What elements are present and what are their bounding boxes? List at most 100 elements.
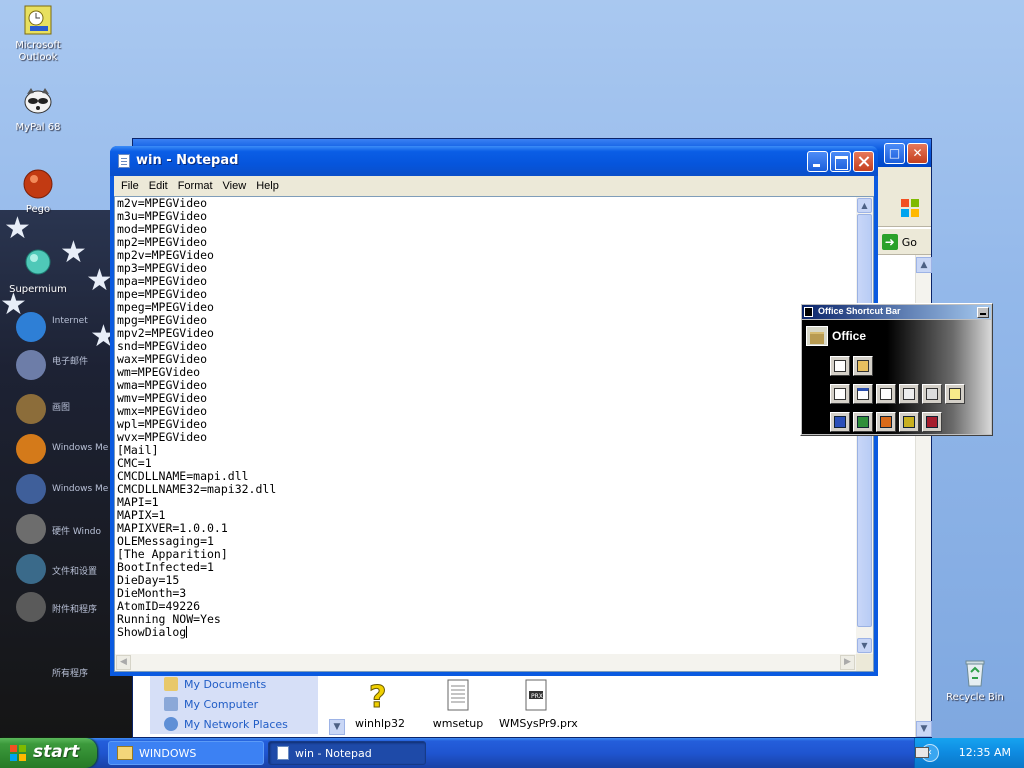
- taskbar: start WINDOWS win - Notepad ‹ 12:35 AM: [0, 738, 1024, 768]
- go-arrow-icon: ➜: [881, 234, 898, 250]
- text-line: [The Apparition]: [117, 547, 228, 561]
- windows-flag-icon: [9, 744, 27, 762]
- raccoon-icon: [22, 86, 54, 118]
- maximize-icon[interactable]: [830, 151, 851, 172]
- taskbar-button-windows[interactable]: WINDOWS: [108, 741, 264, 765]
- wallpaper-menu-label: 画图: [52, 403, 71, 413]
- office-bar-folder-label: Office: [832, 329, 867, 343]
- task-label: win - Notepad: [295, 746, 372, 760]
- text-line: mod=MPEGVideo: [117, 222, 208, 236]
- minimize-icon[interactable]: [807, 151, 828, 172]
- system-menu-icon[interactable]: [804, 307, 813, 317]
- desktop-icon-mypal[interactable]: MyPal 68: [0, 86, 76, 134]
- teal-orb-icon: [22, 248, 54, 280]
- office-shortcut-bar[interactable]: Office Shortcut Bar Office: [800, 303, 993, 436]
- window-title: win - Notepad: [136, 153, 239, 168]
- other-places-pane: My Documents My Computer My Network Plac…: [149, 669, 319, 735]
- menu-bar: File Edit Format View Help: [114, 176, 874, 196]
- wallpaper-menu-label: 电子邮件: [52, 357, 89, 367]
- close-icon[interactable]: ✕: [907, 143, 928, 164]
- desktop-icon-supermium[interactable]: Supermium: [0, 248, 76, 296]
- start-button[interactable]: start: [0, 738, 97, 768]
- text-line: wax=MPEGVideo: [117, 352, 208, 366]
- clock[interactable]: 12:35 AM: [959, 746, 1011, 759]
- text-line: mp3=MPEGVideo: [117, 261, 208, 275]
- menu-file[interactable]: File: [116, 180, 144, 192]
- desktop-icon-pego[interactable]: Pego: [0, 168, 76, 216]
- office-bar-title: Office Shortcut Bar: [818, 306, 901, 316]
- resize-grip[interactable]: [856, 654, 873, 671]
- minimize-icon[interactable]: [977, 307, 989, 318]
- office-new-document-icon[interactable]: [830, 356, 850, 376]
- scroll-down-icon[interactable]: ▼: [916, 721, 932, 737]
- text-line: mp2=MPEGVideo: [117, 235, 208, 249]
- desktop-icon-outlook[interactable]: Microsoft Outlook: [0, 4, 76, 64]
- cd-icon: [16, 514, 46, 544]
- desktop-icon-label: MyPal 68: [15, 122, 61, 133]
- prx-file-icon: PRX: [521, 679, 551, 713]
- notepad-icon: [277, 746, 289, 760]
- wallpaper-menu-label: 附件和程序: [52, 605, 98, 615]
- new-journal-icon[interactable]: [922, 384, 942, 404]
- file-item[interactable]: PRX WMSysPr9.prx: [499, 679, 578, 730]
- red-orb-icon: [22, 168, 54, 200]
- office-bar-titlebar[interactable]: Office Shortcut Bar: [802, 305, 991, 319]
- horizontal-scrollbar[interactable]: ◀ ▶: [115, 654, 856, 671]
- link-my-network-places[interactable]: My Network Places: [164, 714, 318, 734]
- menu-view[interactable]: View: [218, 180, 252, 192]
- outlook-icon[interactable]: [899, 412, 919, 432]
- start-label: start: [33, 742, 80, 762]
- scroll-up-icon[interactable]: ▲: [857, 198, 872, 213]
- keyboard-icon[interactable]: [915, 747, 929, 758]
- powerpoint-icon[interactable]: [876, 412, 896, 432]
- text-line: wpl=MPEGVideo: [117, 417, 208, 431]
- text-file-icon: [443, 679, 473, 713]
- new-note-icon[interactable]: [945, 384, 965, 404]
- folder-icon[interactable]: [806, 326, 828, 346]
- scroll-left-icon[interactable]: ◀: [116, 655, 131, 670]
- close-icon[interactable]: [853, 151, 874, 172]
- accessories-icon: [16, 592, 46, 622]
- desktop-icon-recycle-bin[interactable]: Recycle Bin: [937, 656, 1013, 704]
- folder-icon: [164, 677, 178, 691]
- link-my-documents[interactable]: My Documents: [164, 674, 318, 694]
- ie-icon: [16, 312, 46, 342]
- go-button[interactable]: ➜ Go: [881, 233, 917, 251]
- text-editor[interactable]: m2v=MPEGVideo m3u=MPEGVideo mod=MPEGVideo m…: [114, 196, 874, 672]
- scroll-up-icon[interactable]: ▲: [916, 257, 932, 273]
- taskbar-button-notepad[interactable]: win - Notepad: [268, 741, 426, 765]
- maximize-icon[interactable]: □: [884, 143, 905, 164]
- notepad-window[interactable]: win - Notepad File Edit Format View Help…: [110, 146, 878, 676]
- office-open-document-icon[interactable]: [853, 356, 873, 376]
- messenger-icon: [16, 474, 46, 504]
- text-line: CMCDLLNAME32=mapi32.dll: [117, 482, 277, 496]
- text-area[interactable]: m2v=MPEGVideo m3u=MPEGVideo mod=MPEGVideo m…: [117, 197, 855, 654]
- text-line: wm=MPEGVideo: [117, 365, 201, 379]
- new-contact-icon[interactable]: [899, 384, 919, 404]
- text-line: mpe=MPEGVideo: [117, 287, 208, 301]
- scroll-down-icon[interactable]: ▼: [329, 719, 345, 735]
- new-appointment-icon[interactable]: [853, 384, 873, 404]
- new-message-icon[interactable]: [830, 384, 850, 404]
- text-line: [Mail]: [117, 443, 159, 457]
- text-line: wma=MPEGVideo: [117, 378, 208, 392]
- text-caret: [186, 626, 188, 638]
- scroll-down-icon[interactable]: ▼: [857, 638, 872, 653]
- new-task-icon[interactable]: [876, 384, 896, 404]
- excel-icon[interactable]: [853, 412, 873, 432]
- text-line: Running NOW=Yes: [117, 612, 221, 626]
- link-my-computer[interactable]: My Computer: [164, 694, 318, 714]
- notepad-titlebar[interactable]: win - Notepad: [110, 146, 878, 176]
- access-icon[interactable]: [922, 412, 942, 432]
- menu-format[interactable]: Format: [173, 180, 218, 192]
- computer-icon: [164, 697, 178, 711]
- file-item[interactable]: wmsetup: [421, 679, 495, 730]
- menu-edit[interactable]: Edit: [144, 180, 173, 192]
- scroll-right-icon[interactable]: ▶: [840, 655, 855, 670]
- desktop-icon-label: Microsoft Outlook: [15, 40, 61, 63]
- menu-help[interactable]: Help: [251, 180, 284, 192]
- file-item[interactable]: ? winhlp32: [343, 679, 417, 731]
- text-line: wvx=MPEGVideo: [117, 430, 208, 444]
- text-line: m3u=MPEGVideo: [117, 209, 208, 223]
- word-icon[interactable]: [830, 412, 850, 432]
